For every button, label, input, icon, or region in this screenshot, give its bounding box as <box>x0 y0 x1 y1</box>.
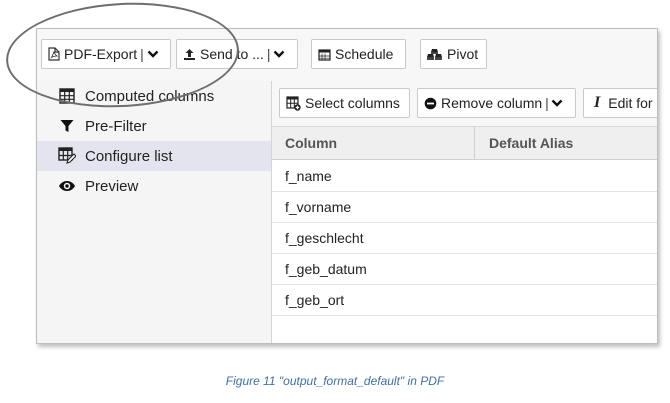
sidebar-item-computed-columns[interactable]: Computed columns <box>37 81 271 111</box>
pivot-label: Pivot <box>447 46 479 62</box>
column-header-default-alias[interactable]: Default Alias <box>476 127 573 159</box>
minus-circle-icon <box>424 97 437 110</box>
column-cell: f_geb_datum <box>285 260 367 277</box>
table-row[interactable]: f_geb_ort <box>272 284 657 316</box>
sidebar-item-preview[interactable]: Preview <box>37 171 271 201</box>
calendar-icon <box>318 48 331 61</box>
column-cell: f_name <box>285 167 332 184</box>
edit-button[interactable]: I Edit for <box>583 88 657 118</box>
configure-list-icon <box>57 147 77 165</box>
separator: | <box>140 46 144 62</box>
remove-column-button[interactable]: Remove column | <box>417 88 576 118</box>
pivot-button[interactable]: Pivot <box>420 39 487 69</box>
remove-column-label: Remove column <box>441 95 543 111</box>
upload-icon <box>183 48 196 61</box>
sidebar-item-label: Computed columns <box>85 87 215 105</box>
eye-icon <box>57 180 77 192</box>
cubes-icon <box>427 48 443 61</box>
chevron-down-icon[interactable] <box>273 49 285 59</box>
separator: | <box>266 46 271 62</box>
send-to-label: Send to ... <box>200 46 264 62</box>
table-row[interactable]: f_geschlecht <box>272 222 657 254</box>
table-header: Column Default Alias <box>272 127 657 160</box>
pdf-export-label: PDF-Export <box>64 46 138 62</box>
chevron-down-icon[interactable] <box>551 98 563 108</box>
main-toolbar: PDF-Export | Send to ... | Schedule Pivo… <box>37 29 657 82</box>
column-cell: f_geschlecht <box>285 229 364 246</box>
sidebar-item-label: Pre-Filter <box>85 117 147 135</box>
column-header-column[interactable]: Column <box>272 127 475 159</box>
pdf-file-icon <box>48 47 60 61</box>
edit-label: Edit for <box>608 95 653 111</box>
sidebar-item-pre-filter[interactable]: Pre-Filter <box>37 111 271 141</box>
schedule-button[interactable]: Schedule <box>311 39 406 69</box>
sidebar-item-label: Preview <box>85 177 139 195</box>
select-columns-button[interactable]: Select columns <box>279 88 410 118</box>
table-row[interactable]: f_name <box>272 160 657 192</box>
main-panel: Select columns Remove column | I Edit fo… <box>272 81 657 343</box>
table-row[interactable]: f_geb_datum <box>272 253 657 285</box>
column-cell: f_vorname <box>285 198 352 215</box>
sidebar-item-label: Configure list <box>85 147 173 165</box>
table-row[interactable]: f_vorname <box>272 191 657 223</box>
pdf-export-button[interactable]: PDF-Export | <box>41 39 171 69</box>
column-cell: f_geb_ort <box>285 291 345 308</box>
table-grid-icon <box>57 88 77 104</box>
sidebar-item-configure-list[interactable]: Configure list <box>37 141 271 171</box>
filter-icon <box>57 119 77 133</box>
select-columns-label: Select columns <box>305 95 400 111</box>
table-add-icon <box>286 95 301 111</box>
schedule-label: Schedule <box>335 46 394 62</box>
separator: | <box>545 95 549 111</box>
send-to-button[interactable]: Send to ... | <box>176 39 298 69</box>
list-toolbar: Select columns Remove column | I Edit fo… <box>272 81 657 127</box>
sidebar: Computed columns Pre-Filter Configure li… <box>37 81 272 343</box>
italic-text-icon: I <box>594 94 601 111</box>
figure-caption: Figure 11 "output_format_default" in PDF <box>225 374 445 388</box>
app-window: PDF-Export | Send to ... | Schedule Pivo… <box>36 28 658 344</box>
chevron-down-icon[interactable] <box>147 49 159 59</box>
